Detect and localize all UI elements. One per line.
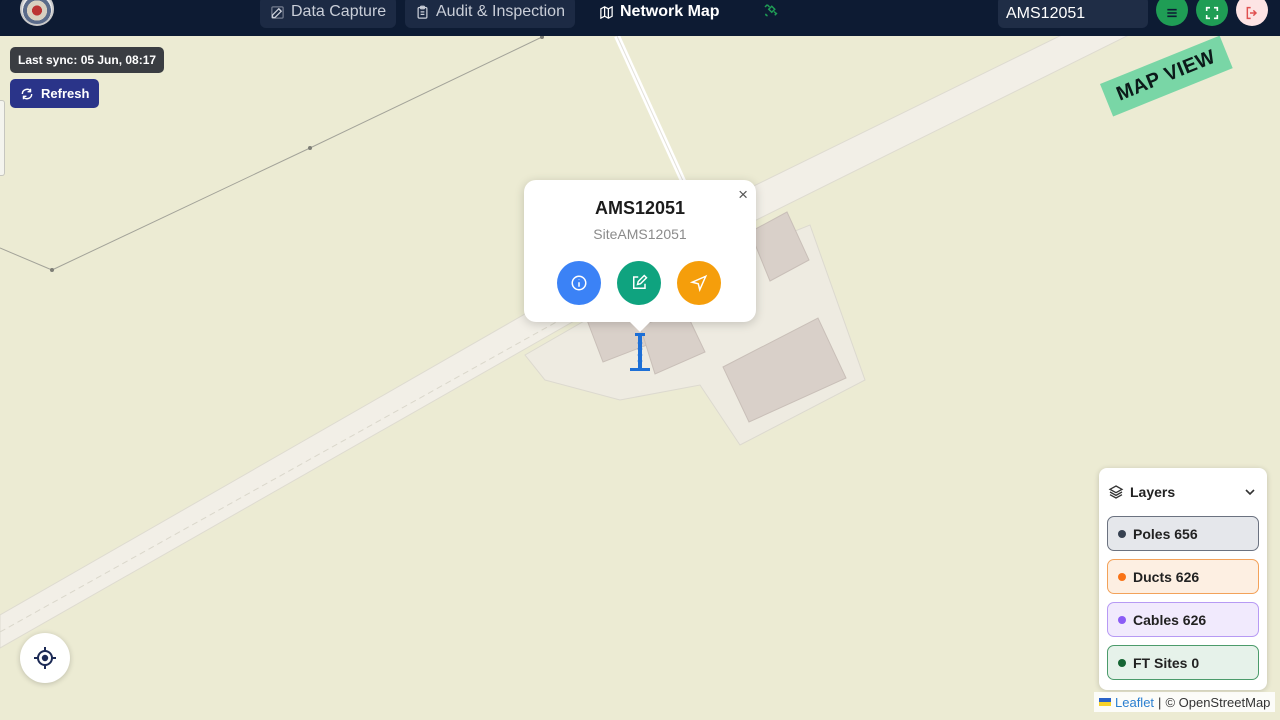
edit-icon	[633, 274, 648, 289]
info-icon	[571, 275, 587, 291]
layer-label: Poles 656	[1133, 525, 1198, 542]
fullscreen-button[interactable]	[1196, 0, 1228, 26]
refresh-label: Refresh	[41, 86, 90, 101]
ukraine-flag-icon	[1099, 698, 1111, 706]
list-icon	[1167, 8, 1177, 18]
attribution-separator: |	[1158, 694, 1162, 710]
app-logo	[20, 0, 54, 26]
side-drawer-handle[interactable]	[0, 100, 5, 176]
fullscreen-icon	[1205, 6, 1219, 20]
refresh-button[interactable]: Refresh	[10, 79, 100, 108]
pole-marker-icon[interactable]	[629, 333, 651, 373]
chevron-down-icon[interactable]	[1242, 484, 1258, 500]
layer-toggle-cables[interactable]: Cables 626	[1107, 602, 1259, 637]
layer-label: FT Sites 0	[1133, 654, 1200, 671]
tab-data-capture[interactable]: Data Capture	[260, 0, 397, 28]
layer-dot	[1118, 529, 1126, 538]
locate-me-button[interactable]	[20, 633, 70, 683]
layer-label: Cables 626	[1133, 611, 1207, 628]
navigate-button[interactable]	[677, 261, 721, 305]
layer-dot	[1118, 615, 1126, 624]
clipboard-icon	[417, 5, 428, 19]
logout-icon	[1246, 6, 1258, 20]
site-search-input[interactable]: AMS12051	[998, 0, 1148, 28]
crosshair-icon	[34, 647, 56, 669]
layer-label: Ducts 626	[1133, 568, 1200, 585]
refresh-icon	[21, 88, 33, 99]
popup-subtitle: SiteAMS12051	[593, 226, 687, 242]
leaflet-link[interactable]: Leaflet	[1115, 695, 1154, 710]
layer-toggle-ducts[interactable]: Ducts 626	[1107, 559, 1259, 594]
tab-audit-inspection[interactable]: Audit & Inspection	[405, 0, 575, 28]
layers-panel: Layers Poles 656 Ducts 626 Cables 626 FT…	[1099, 468, 1267, 690]
layers-header[interactable]: Layers	[1108, 484, 1258, 500]
tab-label: Network Map	[620, 3, 720, 20]
layers-icon	[1108, 485, 1124, 499]
network-map-canvas[interactable]	[0, 36, 1280, 712]
popup-actions	[557, 261, 721, 305]
list-view-button[interactable]	[1156, 0, 1188, 26]
layers-title: Layers	[1130, 484, 1176, 500]
layer-dot	[1118, 658, 1126, 667]
tab-network-map[interactable]: Network Map	[589, 0, 730, 28]
layer-toggle-poles[interactable]: Poles 656	[1107, 516, 1259, 551]
site-popup: × AMS12051 SiteAMS12051	[524, 180, 756, 332]
map-base-layer	[0, 36, 1129, 649]
tab-label: Audit & Inspection	[436, 3, 565, 20]
popup-title: AMS12051	[594, 198, 686, 218]
layer-toggle-ft-sites[interactable]: FT Sites 0	[1107, 645, 1259, 680]
last-sync-label: Last sync: 05 Jun, 08:17	[10, 47, 165, 73]
edit-icon	[271, 5, 284, 19]
info-button[interactable]	[557, 261, 601, 305]
map-icon	[600, 5, 613, 19]
top-navigation-bar: Data Capture Audit & Inspection Network …	[0, 0, 1280, 36]
osm-attribution[interactable]: © OpenStreetMap	[1165, 695, 1270, 710]
logout-button[interactable]	[1236, 0, 1268, 26]
satellite-icon[interactable]	[762, 1, 780, 19]
layer-dot	[1118, 572, 1126, 581]
navigate-icon	[690, 274, 708, 292]
tab-label: Data Capture	[291, 3, 387, 20]
edit-button[interactable]	[617, 261, 661, 305]
map-attribution: Leaflet | © OpenStreetMap	[1094, 692, 1276, 712]
